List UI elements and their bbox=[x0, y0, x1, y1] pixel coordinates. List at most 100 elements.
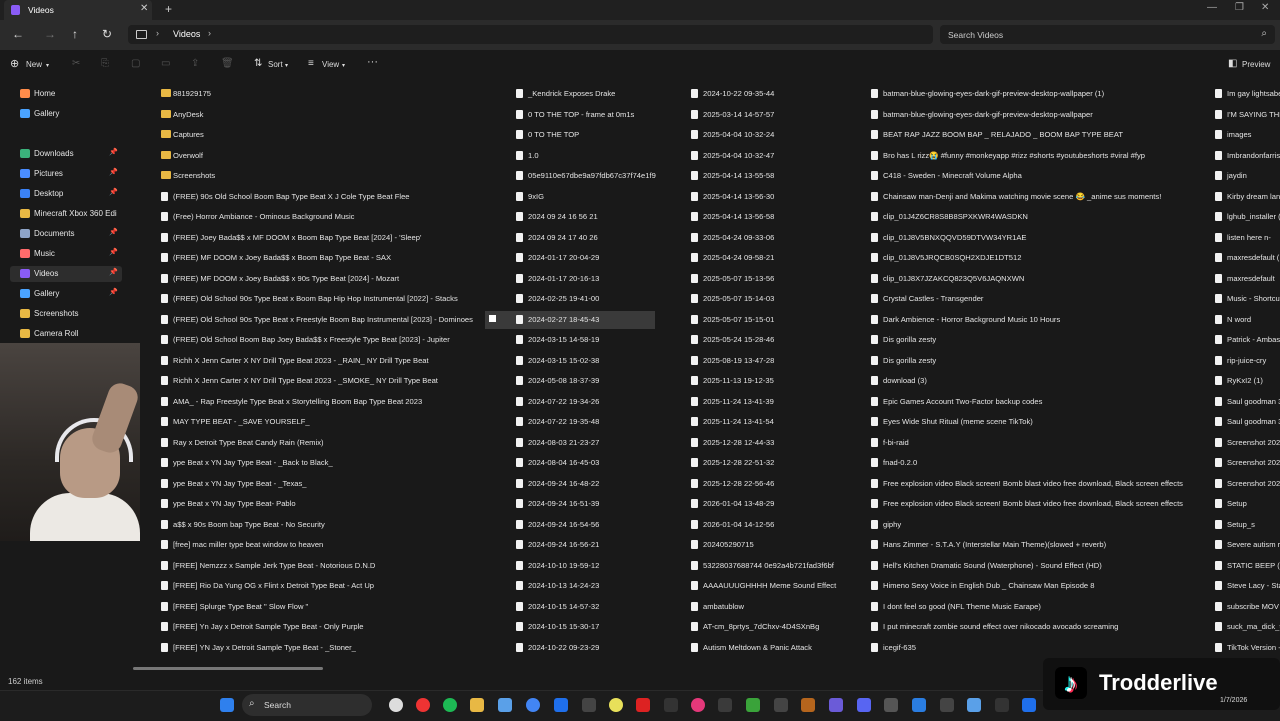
up-icon[interactable]: ↑ bbox=[72, 27, 78, 41]
discord-icon[interactable] bbox=[857, 698, 871, 712]
folder-icon bbox=[161, 171, 171, 179]
file-icon bbox=[1215, 396, 1222, 406]
horizontal-scrollbar[interactable] bbox=[133, 667, 323, 670]
file-icon bbox=[691, 253, 698, 262]
file-name: MAY TYPE BEAT - _SAVE YOURSELF_ bbox=[173, 417, 310, 426]
edge-icon[interactable] bbox=[554, 698, 568, 712]
file-name: Severe autism ra bbox=[1227, 540, 1280, 549]
app-icon[interactable] bbox=[774, 698, 788, 712]
refresh-icon[interactable]: ↻ bbox=[102, 27, 112, 41]
file-icon bbox=[516, 642, 523, 652]
file-icon bbox=[516, 212, 523, 221]
file-icon bbox=[691, 130, 698, 139]
share-icon[interactable]: ⇪ bbox=[191, 58, 199, 69]
file-icon bbox=[691, 519, 698, 529]
sidebar-item-videos[interactable]: Videos 📌 bbox=[10, 266, 122, 282]
breadcrumb-videos[interactable]: Videos bbox=[173, 29, 200, 39]
file-icon bbox=[161, 376, 168, 385]
rename-icon[interactable]: ▭ bbox=[161, 58, 170, 69]
spotify-icon[interactable] bbox=[443, 698, 457, 712]
sidebar-item-home[interactable]: Home bbox=[10, 86, 122, 102]
forward-icon[interactable]: → bbox=[44, 27, 56, 41]
cut-icon[interactable]: ✂ bbox=[72, 58, 80, 69]
sidebar-item-desktop[interactable]: Desktop 📌 bbox=[10, 186, 122, 202]
view-button[interactable]: View bbox=[322, 60, 339, 69]
chevron-right-icon[interactable]: › bbox=[208, 28, 211, 38]
file-icon bbox=[1215, 109, 1222, 119]
file-name: I dont feel so good (NFL Theme Music Ear… bbox=[883, 601, 1041, 611]
sidebar-item-gallery-2[interactable]: Gallery 📌 bbox=[10, 286, 122, 302]
app-icon[interactable] bbox=[636, 698, 650, 712]
file-icon bbox=[871, 130, 878, 139]
file-icon bbox=[161, 191, 168, 201]
file-icon bbox=[161, 478, 168, 488]
file-name: RyKxI2 (1) bbox=[1227, 376, 1263, 385]
file-icon bbox=[161, 417, 168, 426]
file-name: jaydin bbox=[1227, 171, 1247, 180]
app-icon[interactable] bbox=[1022, 698, 1036, 712]
file-name: Screenshot 2024 bbox=[1227, 478, 1280, 488]
file-icon bbox=[691, 396, 698, 406]
sidebar-item-documents[interactable]: Documents 📌 bbox=[10, 226, 122, 242]
sidebar-item-pictures[interactable]: Pictures 📌 bbox=[10, 166, 122, 182]
close-window-icon[interactable]: ✕ bbox=[1261, 2, 1269, 13]
app-icon[interactable] bbox=[912, 698, 926, 712]
chrome-icon[interactable] bbox=[526, 698, 540, 712]
minimize-icon[interactable]: — bbox=[1207, 2, 1217, 13]
file-icon bbox=[1215, 519, 1222, 529]
file-icon bbox=[871, 376, 878, 385]
file-icon bbox=[161, 622, 168, 631]
app-icon[interactable] bbox=[582, 698, 596, 712]
sidebar-item-screenshots[interactable]: Screenshots bbox=[10, 306, 122, 322]
delete-icon[interactable]: 🗑 bbox=[221, 58, 234, 69]
new-button[interactable]: New bbox=[26, 60, 42, 69]
sidebar-item-gallery[interactable]: Gallery bbox=[10, 106, 122, 122]
paste-icon[interactable]: ▢ bbox=[131, 58, 140, 69]
sidebar-item-downloads[interactable]: Downloads 📌 bbox=[10, 146, 122, 162]
preview-button[interactable]: Preview bbox=[1242, 60, 1270, 69]
app-icon[interactable] bbox=[389, 698, 403, 712]
file-name: Dark Ambience - Horror Background Music … bbox=[883, 314, 1061, 324]
start-icon[interactable] bbox=[220, 698, 234, 712]
sidebar-item-camera-roll[interactable]: Camera Roll bbox=[10, 326, 122, 342]
music-icon bbox=[20, 249, 30, 258]
app-icon[interactable] bbox=[829, 698, 843, 712]
search-input[interactable]: Search Videos bbox=[948, 30, 1003, 40]
search-box[interactable]: Search Videos ⌕ bbox=[940, 25, 1275, 44]
taskbar-search[interactable]: ⌕ Search bbox=[242, 694, 372, 716]
minecraft-icon[interactable] bbox=[746, 698, 760, 712]
file-name: images bbox=[1227, 130, 1252, 139]
more-options-button[interactable]: ··· bbox=[367, 56, 378, 68]
file-name: Dis gorilla zesty bbox=[883, 335, 937, 344]
maximize-icon[interactable]: ❐ bbox=[1235, 2, 1244, 13]
app-icon[interactable] bbox=[967, 698, 981, 712]
app-icon[interactable] bbox=[940, 698, 954, 712]
tab-videos[interactable]: Videos ✕ bbox=[4, 0, 152, 20]
file-name: 2025-05-07 15-13-56 bbox=[703, 273, 775, 283]
app-icon[interactable] bbox=[884, 698, 898, 712]
app-icon[interactable] bbox=[718, 698, 732, 712]
app-icon[interactable] bbox=[416, 698, 430, 712]
tiktok-icon: ♪ bbox=[1055, 667, 1087, 699]
videos-icon bbox=[20, 269, 30, 278]
sort-button[interactable]: Sort bbox=[268, 60, 283, 69]
file-name: [FREE] Yn Jay x Detroit Sample Type Beat… bbox=[173, 622, 364, 631]
back-icon[interactable]: ← bbox=[12, 27, 24, 41]
sidebar-item-music[interactable]: Music 📌 bbox=[10, 246, 122, 262]
file-name: (FREE) MF DOOM x Joey Bada$$ x Boom Bap … bbox=[173, 253, 392, 262]
app-icon[interactable] bbox=[609, 698, 623, 712]
app-icon[interactable] bbox=[995, 698, 1009, 712]
breadcrumb[interactable]: › Videos › bbox=[128, 25, 933, 44]
epic-games-icon[interactable] bbox=[664, 698, 678, 712]
app-icon[interactable] bbox=[691, 698, 705, 712]
file-name: clip_01J8V5JRQCB0SQH2XDJE1DT512 bbox=[883, 253, 1022, 262]
copy-icon[interactable]: ⎘ bbox=[101, 58, 109, 69]
file-explorer-icon[interactable] bbox=[470, 698, 484, 712]
app-icon[interactable] bbox=[801, 698, 815, 712]
file-name: 2024-10-13 14-24-23 bbox=[528, 581, 600, 590]
new-tab-button[interactable]: + bbox=[165, 2, 172, 16]
file-name: (FREE) Old School 90s Type Beat x Boom B… bbox=[173, 294, 458, 303]
sidebar-item-minecraft[interactable]: Minecraft Xbox 360 Edi bbox=[10, 206, 122, 222]
photos-icon[interactable] bbox=[498, 698, 512, 712]
close-tab-icon[interactable]: ✕ bbox=[140, 3, 148, 14]
